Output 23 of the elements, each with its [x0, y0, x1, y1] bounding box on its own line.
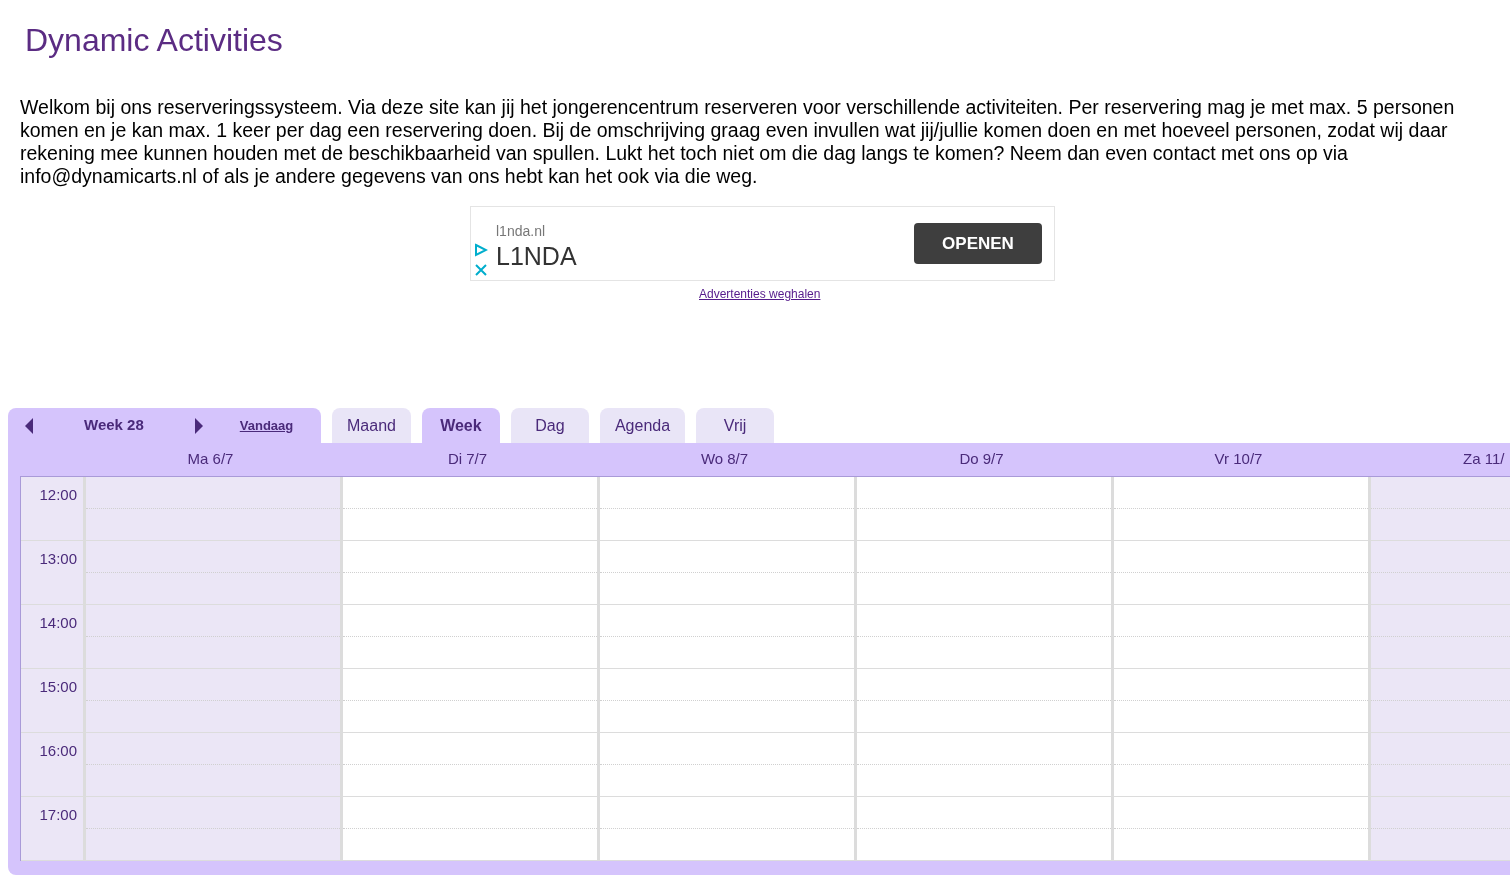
view-tab[interactable]: Vrij [696, 408, 775, 443]
ad-brand-name: L1NDA [496, 241, 577, 272]
day-header: Vr 10/7 [1213, 449, 1264, 470]
week-label: Week 28 [84, 415, 144, 436]
view-tab[interactable]: Agenda [599, 408, 686, 443]
day-header: Ma 6/7 [186, 449, 235, 470]
open-button[interactable]: OPENEN [914, 223, 1042, 264]
next-icon[interactable] [193, 417, 204, 434]
page-title: Dynamic Activities [25, 21, 283, 60]
day-header: Di 7/7 [446, 449, 489, 470]
remove-ads-link[interactable]: Advertenties weghalen [699, 285, 821, 303]
day-header: Do 9/7 [958, 449, 1005, 470]
intro-paragraph: Welkom bij ons reserveringssysteem. Via deze site kan jij het jongerencentrum reserveren voor verschillende activiteiten. Per reservering mag je met max. 5 personen komen en je kan max. 1 keer per dag een reservering doen. Bij de omschrijving graag even invullen wat jij/jullie komen doen en met hoeveel personen, zodat wij daar rekening mee kunnen houden met de beschikbaarheid van spullen. Lukt het toch niet om die dag langs te komen? Neem dan even contact met ons op via info@dynamicarts.nl of als je andere gegevens van ons hebt kan het ook via die weg. [20, 96, 1456, 188]
view-tab[interactable]: Maand [332, 408, 411, 443]
previous-icon[interactable] [24, 417, 34, 434]
play-icon [474, 243, 488, 257]
day-header: Wo 8/7 [699, 449, 750, 470]
view-tab[interactable]: Dag [510, 408, 589, 443]
ad-domain: l1nda.nl [496, 222, 546, 241]
view-tab[interactable]: Week [421, 408, 500, 443]
day-header: Za 11/ [1462, 449, 1506, 470]
close-icon[interactable] [475, 264, 487, 276]
today-link[interactable]: Vandaag [239, 415, 294, 436]
